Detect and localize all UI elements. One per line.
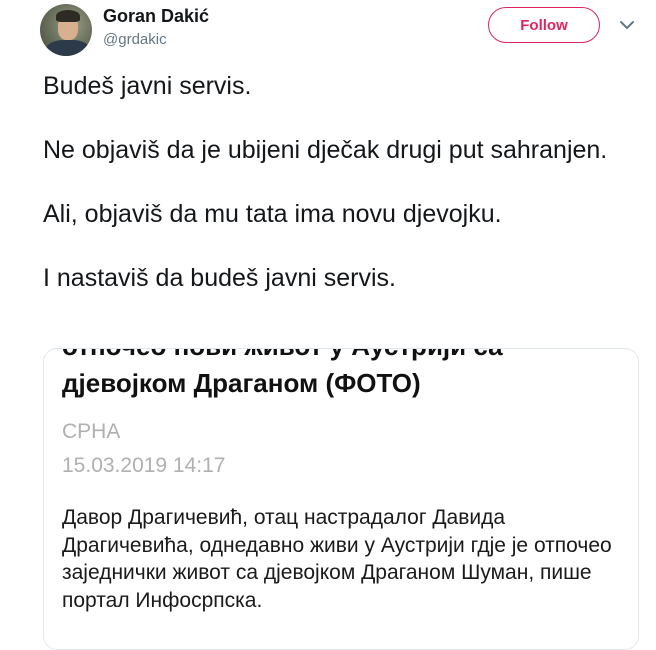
tweet-header: Goran Dakić @grdakic Follow: [0, 0, 656, 70]
user-display-name[interactable]: Goran Dakić: [103, 6, 209, 27]
tweet-line-2: Ne objaviš da je ubijeni dječak drugi pu…: [43, 136, 608, 164]
card-title[interactable]: дјевојком Драганом (ФОТО): [62, 368, 421, 399]
card-date: 15.03.2019 14:17: [62, 454, 226, 477]
avatar-hair: [56, 10, 80, 22]
embedded-article-card[interactable]: отпочео нови живот у Аустрији са дјевојк…: [43, 348, 639, 650]
card-body-text: Давор Драгичевић, отац настрадалог Давид…: [62, 506, 612, 612]
user-avatar[interactable]: [40, 4, 92, 56]
tweet-line-3: Ali, objaviš da mu tata ima novu djevojk…: [43, 200, 502, 228]
tweet-line-1: Budeš javni servis.: [43, 72, 252, 100]
chevron-down-icon[interactable]: [618, 16, 636, 34]
tweet-line-4: I nastaviš da budeš javni servis.: [43, 264, 396, 292]
card-title-cut-line: отпочео нови живот у Аустрији са: [62, 349, 503, 362]
avatar-shirt: [46, 40, 90, 56]
follow-button[interactable]: Follow: [488, 7, 600, 43]
user-handle[interactable]: @grdakic: [103, 31, 167, 48]
tweet-text: Budeš javni servis. Ne objaviš da je ubi…: [43, 70, 623, 294]
card-source: СРНА: [62, 420, 121, 443]
